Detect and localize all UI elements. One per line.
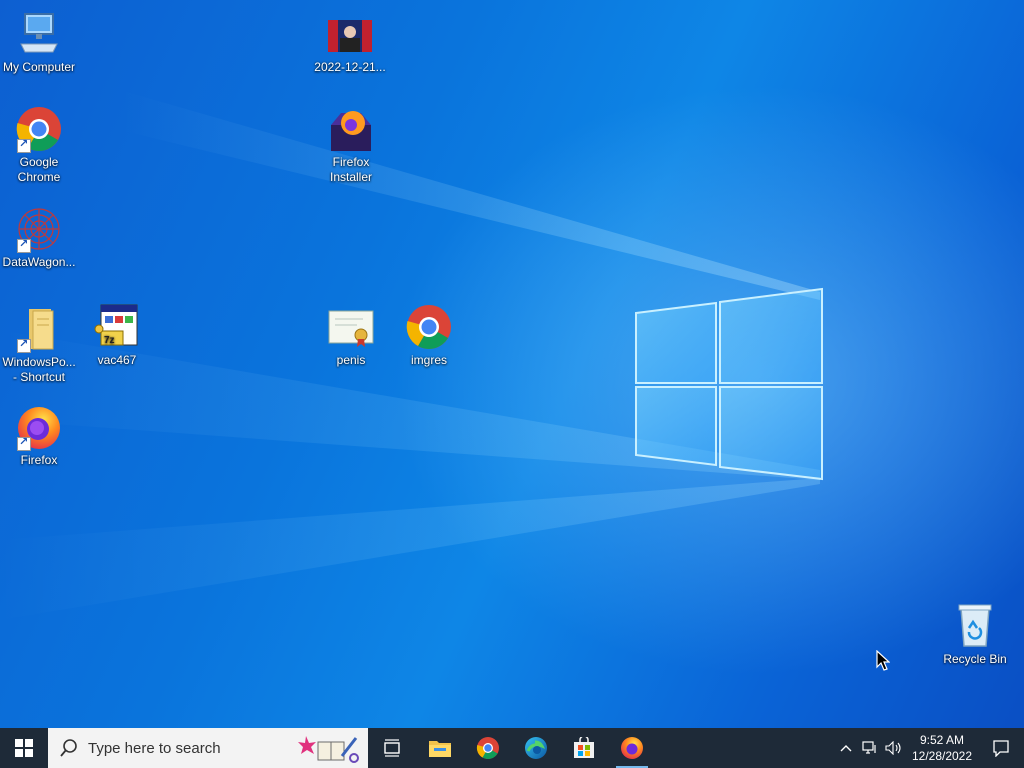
network-icon [862, 741, 876, 754]
desktop-icon-windowspo-shortcut[interactable]: WindowsPo... - Shortcut [0, 305, 79, 385]
desktop-icon-label: 2022-12-21... [314, 60, 386, 74]
taskbar-file-explorer[interactable] [416, 728, 464, 768]
datawagon-icon [15, 205, 63, 253]
store-icon [574, 737, 594, 758]
desktop-icon-label: vac467 [97, 353, 137, 367]
mouse-cursor-icon [876, 650, 890, 671]
taskbar-firefox[interactable] [608, 728, 656, 768]
action-center-button[interactable] [978, 728, 1024, 768]
desktop-icon-label: Google Chrome [17, 155, 61, 184]
desktop-icon-recycle-bin[interactable]: Recycle Bin [935, 602, 1015, 667]
svg-text:7z: 7z [104, 335, 115, 346]
installer-icon: 7z [93, 303, 141, 351]
computer-icon [15, 10, 63, 58]
taskbar-clock[interactable]: 9:52 AM 12/28/2022 [906, 732, 978, 764]
shortcut-arrow-icon [17, 137, 31, 153]
windows-logo-wallpaper [635, 287, 823, 481]
windows-start-icon [15, 739, 33, 757]
certificate-icon [327, 303, 375, 351]
desktop-icon-label: imgres [410, 353, 447, 367]
start-button[interactable] [0, 728, 48, 768]
search-placeholder: Type here to search [88, 739, 221, 757]
volume-button[interactable] [882, 728, 906, 768]
firefox-installer-icon [327, 105, 375, 153]
taskbar-chrome[interactable] [464, 728, 512, 768]
edge-icon [525, 737, 547, 759]
desktop-icon-label: My Computer [2, 60, 76, 74]
search-highlight-illustration-icon [298, 736, 359, 763]
desktop-icon-label: Recycle Bin [943, 652, 1007, 666]
desktop-icon-image-2022-12-21[interactable]: 2022-12-21... [310, 10, 390, 75]
desktop-icon-firefox-installer[interactable]: Firefox Installer [311, 105, 391, 185]
chrome-icon [15, 105, 63, 153]
chrome-icon [405, 303, 453, 351]
desktop-icon-label: DataWagon... [2, 255, 76, 269]
notification-icon [993, 740, 1009, 757]
clock-date: 12/28/2022 [911, 749, 973, 763]
desktop-icon-label: Firefox Installer [329, 155, 373, 184]
shortcut-arrow-icon [17, 435, 31, 451]
folder-icon [15, 305, 63, 353]
clock-time: 9:52 AM [919, 733, 965, 747]
desktop-icon-my-computer[interactable]: My Computer [0, 10, 79, 75]
task-view-icon [384, 739, 400, 757]
taskbar-edge[interactable] [512, 728, 560, 768]
desktop-icon-google-chrome[interactable]: Google Chrome [0, 105, 79, 185]
chevron-up-icon [840, 745, 852, 752]
taskbar-search-box[interactable]: Type here to search [48, 728, 368, 768]
desktop-icon-label: penis [336, 353, 366, 367]
system-tray: 9:52 AM 12/28/2022 [834, 728, 1024, 768]
desktop-icon-label: Firefox [20, 453, 58, 467]
desktop-icon-penis[interactable]: penis [311, 303, 391, 368]
speaker-icon [885, 741, 901, 755]
desktop-icon-imgres[interactable]: imgres [389, 303, 469, 368]
recycle-bin-icon [951, 602, 999, 650]
taskbar-store[interactable] [560, 728, 608, 768]
taskbar-task-view[interactable] [368, 728, 416, 768]
desktop-background: My Computer Google Chrome [0, 0, 1024, 728]
desktop-icon-label: WindowsPo... - Shortcut [2, 355, 76, 384]
folder-icon [429, 741, 451, 757]
chrome-icon [476, 737, 499, 759]
taskbar: Type here to search 9:52 AM 12/28/2022 [0, 728, 1024, 768]
firefox-icon [15, 403, 63, 451]
network-button[interactable] [858, 728, 882, 768]
desktop-icon-vac467[interactable]: 7z vac467 [77, 303, 157, 368]
show-hidden-icons-button[interactable] [834, 728, 858, 768]
search-icon [60, 739, 77, 757]
image-thumbnail-icon [326, 10, 374, 58]
desktop-icon-datawagon[interactable]: DataWagon... [0, 205, 79, 270]
firefox-icon [621, 737, 643, 759]
shortcut-arrow-icon [17, 337, 31, 353]
shortcut-arrow-icon [17, 237, 31, 253]
desktop-icon-firefox[interactable]: Firefox [0, 403, 79, 468]
